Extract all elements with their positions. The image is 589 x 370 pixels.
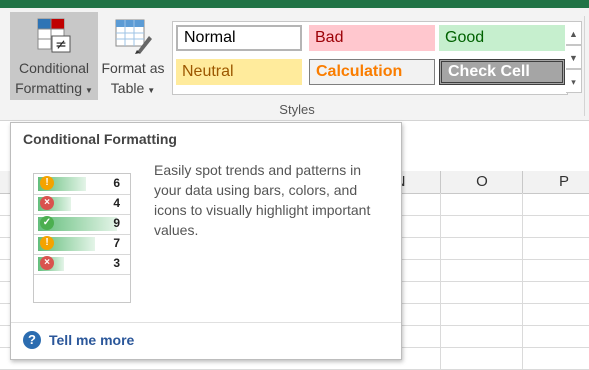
- conditional-formatting-icon: ≠: [37, 18, 71, 53]
- style-normal[interactable]: Normal: [176, 25, 302, 51]
- grid-line: [522, 193, 523, 370]
- tell-me-more-label: Tell me more: [49, 332, 135, 348]
- preview-row: × 3: [34, 254, 130, 275]
- tooltip-divider: [11, 322, 401, 323]
- dropdown-caret-icon: ▼: [85, 86, 93, 95]
- gallery-scroll-down-icon[interactable]: ▼: [566, 45, 582, 69]
- gallery-scroll: ▲ ▼ ▾: [566, 21, 582, 95]
- preview-value: 3: [113, 256, 120, 270]
- format-as-table-button[interactable]: Format as Table ▼: [98, 12, 168, 100]
- help-icon: ?: [23, 331, 41, 349]
- format-as-table-label-2: Table: [110, 80, 145, 96]
- tooltip-description: Easily spot trends and patterns in your …: [154, 162, 371, 238]
- gallery-more-icon[interactable]: ▾: [566, 69, 582, 93]
- error-icon: ×: [40, 256, 54, 270]
- style-calculation[interactable]: Calculation: [309, 59, 435, 85]
- tooltip-title: Conditional Formatting: [23, 131, 177, 147]
- preview-row: × 4: [34, 194, 130, 215]
- cell-styles-group: Normal Bad Good Neutral Calculation Chec…: [168, 18, 584, 98]
- dropdown-caret-icon: ▼: [147, 86, 156, 95]
- cell-styles-gallery: Normal Bad Good Neutral Calculation Chec…: [172, 21, 568, 95]
- style-neutral[interactable]: Neutral: [176, 59, 302, 85]
- styles-group-label: Styles: [279, 102, 315, 117]
- preview-value: 6: [113, 176, 120, 190]
- preview-value: 7: [113, 236, 120, 250]
- style-check-cell[interactable]: Check Cell: [439, 59, 565, 85]
- preview-row: ✓ 9: [34, 214, 130, 235]
- format-as-table-icon: [115, 19, 152, 54]
- svg-text:≠: ≠: [55, 37, 67, 53]
- style-good[interactable]: Good: [439, 25, 565, 51]
- preview-row: ! 7: [34, 234, 130, 255]
- preview-row: ! 6: [34, 174, 130, 195]
- ribbon: ≠ Conditional Formatting ▼ Format as Tabl…: [0, 8, 589, 121]
- format-as-table-label-1: Format as: [101, 60, 165, 76]
- preview-value: 4: [113, 196, 120, 210]
- warning-icon: !: [40, 236, 54, 250]
- grid-line: [440, 193, 441, 370]
- error-icon: ×: [40, 196, 54, 210]
- title-bar-strip: [0, 0, 589, 8]
- conditional-formatting-label-2: Formatting: [15, 80, 82, 96]
- tooltip-preview-image: ! 6 × 4 ✓ 9 ! 7 × 3: [33, 173, 131, 303]
- column-header-o[interactable]: O: [440, 171, 523, 193]
- group-separator: [584, 16, 585, 116]
- conditional-formatting-button[interactable]: ≠ Conditional Formatting ▼: [10, 12, 98, 100]
- conditional-formatting-tooltip: Conditional Formatting ! 6 × 4 ✓ 9 ! 7 ×…: [10, 122, 402, 360]
- column-header-p[interactable]: P: [522, 171, 589, 193]
- preview-value: 9: [113, 216, 120, 230]
- style-bad[interactable]: Bad: [309, 25, 435, 51]
- conditional-formatting-label-1: Conditional: [18, 60, 90, 76]
- warning-icon: !: [40, 176, 54, 190]
- gallery-scroll-up-icon[interactable]: ▲: [566, 21, 582, 45]
- check-icon: ✓: [40, 216, 54, 230]
